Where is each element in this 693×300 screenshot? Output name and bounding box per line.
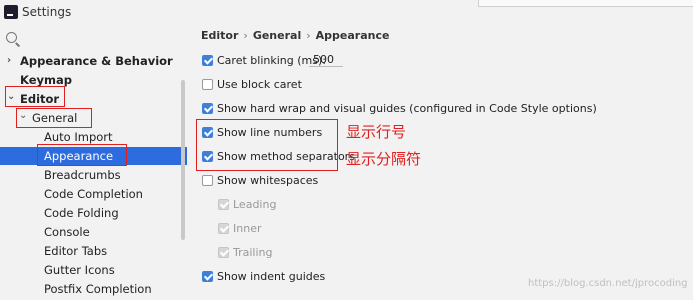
indent-guides-checkbox[interactable] [202,271,213,282]
sidebar-item-gutter-icons[interactable]: Gutter Icons [0,261,187,279]
title-bar: Settings [0,0,693,26]
sidebar-item-console[interactable]: Console [0,223,187,241]
breadcrumb-appearance: Appearance [315,29,390,42]
option-whitespaces[interactable]: Show whitespaces [202,173,402,189]
option-leading: Leading [218,197,368,213]
option-block-caret[interactable]: Use block caret [202,77,402,93]
option-caret-blinking[interactable]: Caret blinking (ms): 500 [202,53,402,69]
breadcrumb-separator: › [243,29,248,42]
sidebar-scrollbar[interactable] [181,80,185,240]
sidebar-item-appearance-behavior[interactable]: › Appearance & Behavior [0,52,187,70]
whitespaces-checkbox[interactable] [202,175,213,186]
breadcrumb-separator: › [306,29,311,42]
option-inner: Inner [218,221,368,237]
window-title: Settings [22,5,72,19]
annotation-line-numbers: 显示行号 [346,123,407,141]
highlight-box-options [196,119,338,171]
caret-blinking-input[interactable]: 500 [309,52,343,67]
sidebar-item-code-completion[interactable]: Code Completion [0,185,187,203]
hard-wrap-checkbox[interactable] [202,103,213,114]
chevron-right-icon[interactable]: › [7,52,11,70]
sidebar-item-code-folding[interactable]: Code Folding [0,204,187,222]
annotation-method-separators: 显示分隔符 [346,150,422,168]
breadcrumb: Editor › General › Appearance [201,29,389,42]
highlight-box-general [16,108,92,128]
watermark: https://blog.csdn.net/jprocoding [528,278,688,289]
breadcrumb-general[interactable]: General [253,29,301,42]
caret-blinking-checkbox[interactable] [202,55,213,66]
highlight-box-editor [5,86,65,107]
breadcrumb-editor[interactable]: Editor [201,29,238,42]
search-icon[interactable] [6,32,17,43]
sidebar-item-breadcrumbs[interactable]: Breadcrumbs [0,166,187,184]
trailing-checkbox [218,247,229,258]
block-caret-checkbox[interactable] [202,79,213,90]
sidebar-item-editor-tabs[interactable]: Editor Tabs [0,242,187,260]
highlight-box-appearance [37,144,127,166]
app-icon [4,5,18,19]
background-window-edge [478,0,693,7]
inner-checkbox [218,223,229,234]
option-indent-guides[interactable]: Show indent guides [202,269,402,285]
option-trailing: Trailing [218,245,368,261]
option-hard-wrap[interactable]: Show hard wrap and visual guides (config… [202,101,597,117]
sidebar-item-postfix-completion[interactable]: Postfix Completion [0,280,187,298]
leading-checkbox [218,199,229,210]
